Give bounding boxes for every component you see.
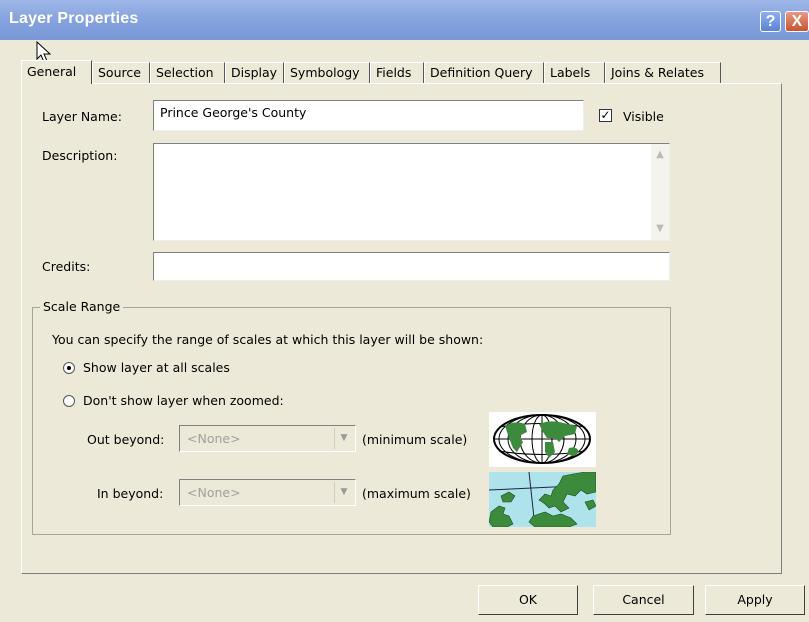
credits-label: Credits:: [42, 259, 91, 274]
tab-source[interactable]: Source: [92, 62, 150, 84]
visible-label: Visible: [623, 109, 664, 124]
layer-name-input[interactable]: Prince George's County: [153, 100, 584, 131]
in-beyond-value: <None>: [187, 485, 241, 500]
tab-fields[interactable]: Fields: [370, 62, 424, 84]
description-scrollbar[interactable]: ▲ ▼: [651, 144, 669, 240]
credits-input[interactable]: [153, 252, 670, 281]
show-all-scales-label[interactable]: Show layer at all scales: [83, 360, 230, 375]
scale-range-intro: You can specify the range of scales at w…: [52, 332, 484, 347]
tab-general[interactable]: General: [21, 60, 92, 84]
description-textarea[interactable]: ▲ ▼: [153, 143, 670, 241]
tab-strip: General Source Selection Display Symbolo…: [21, 60, 721, 84]
scale-range-title: Scale Range: [40, 299, 124, 314]
tab-joins-relates[interactable]: Joins & Relates: [605, 62, 721, 84]
dont-show-zoomed-radio[interactable]: [63, 395, 75, 407]
tab-definition-query[interactable]: Definition Query: [424, 62, 544, 84]
apply-button[interactable]: Apply: [705, 585, 805, 615]
visible-checkbox[interactable]: ✓: [599, 109, 612, 122]
layer-name-value: Prince George's County: [160, 105, 307, 120]
out-beyond-value: <None>: [187, 431, 241, 446]
tab-symbology[interactable]: Symbology: [284, 62, 370, 84]
dont-show-zoomed-label[interactable]: Don't show layer when zoomed:: [83, 393, 284, 408]
zoomed-map-icon: [489, 472, 596, 527]
in-beyond-label: In beyond:: [97, 486, 164, 501]
checkmark-icon: ✓: [600, 108, 611, 122]
layer-name-label: Layer Name:: [42, 109, 122, 124]
tab-display[interactable]: Display: [225, 62, 284, 84]
ok-button[interactable]: OK: [478, 585, 578, 615]
chevron-down-icon[interactable]: ▼: [334, 428, 353, 449]
cancel-button[interactable]: Cancel: [593, 585, 694, 615]
tab-selection[interactable]: Selection: [150, 62, 225, 84]
in-beyond-select[interactable]: <None> ▼: [179, 479, 356, 506]
chevron-down-icon[interactable]: ▼: [334, 482, 353, 503]
title-bar[interactable]: Layer Properties ? X: [0, 0, 809, 40]
minimum-scale-hint: (minimum scale): [362, 432, 468, 447]
out-beyond-label: Out beyond:: [87, 432, 165, 447]
scroll-up-icon[interactable]: ▲: [652, 147, 668, 163]
show-all-scales-radio[interactable]: [63, 362, 75, 374]
help-button[interactable]: ?: [760, 11, 781, 32]
out-beyond-select[interactable]: <None> ▼: [179, 425, 356, 452]
description-label: Description:: [42, 148, 118, 163]
scroll-down-icon[interactable]: ▼: [652, 221, 668, 237]
window-title: Layer Properties: [9, 10, 139, 27]
close-button[interactable]: X: [785, 11, 809, 32]
globe-map-icon: [489, 412, 596, 467]
tab-labels[interactable]: Labels: [544, 62, 605, 84]
maximum-scale-hint: (maximum scale): [362, 486, 471, 501]
